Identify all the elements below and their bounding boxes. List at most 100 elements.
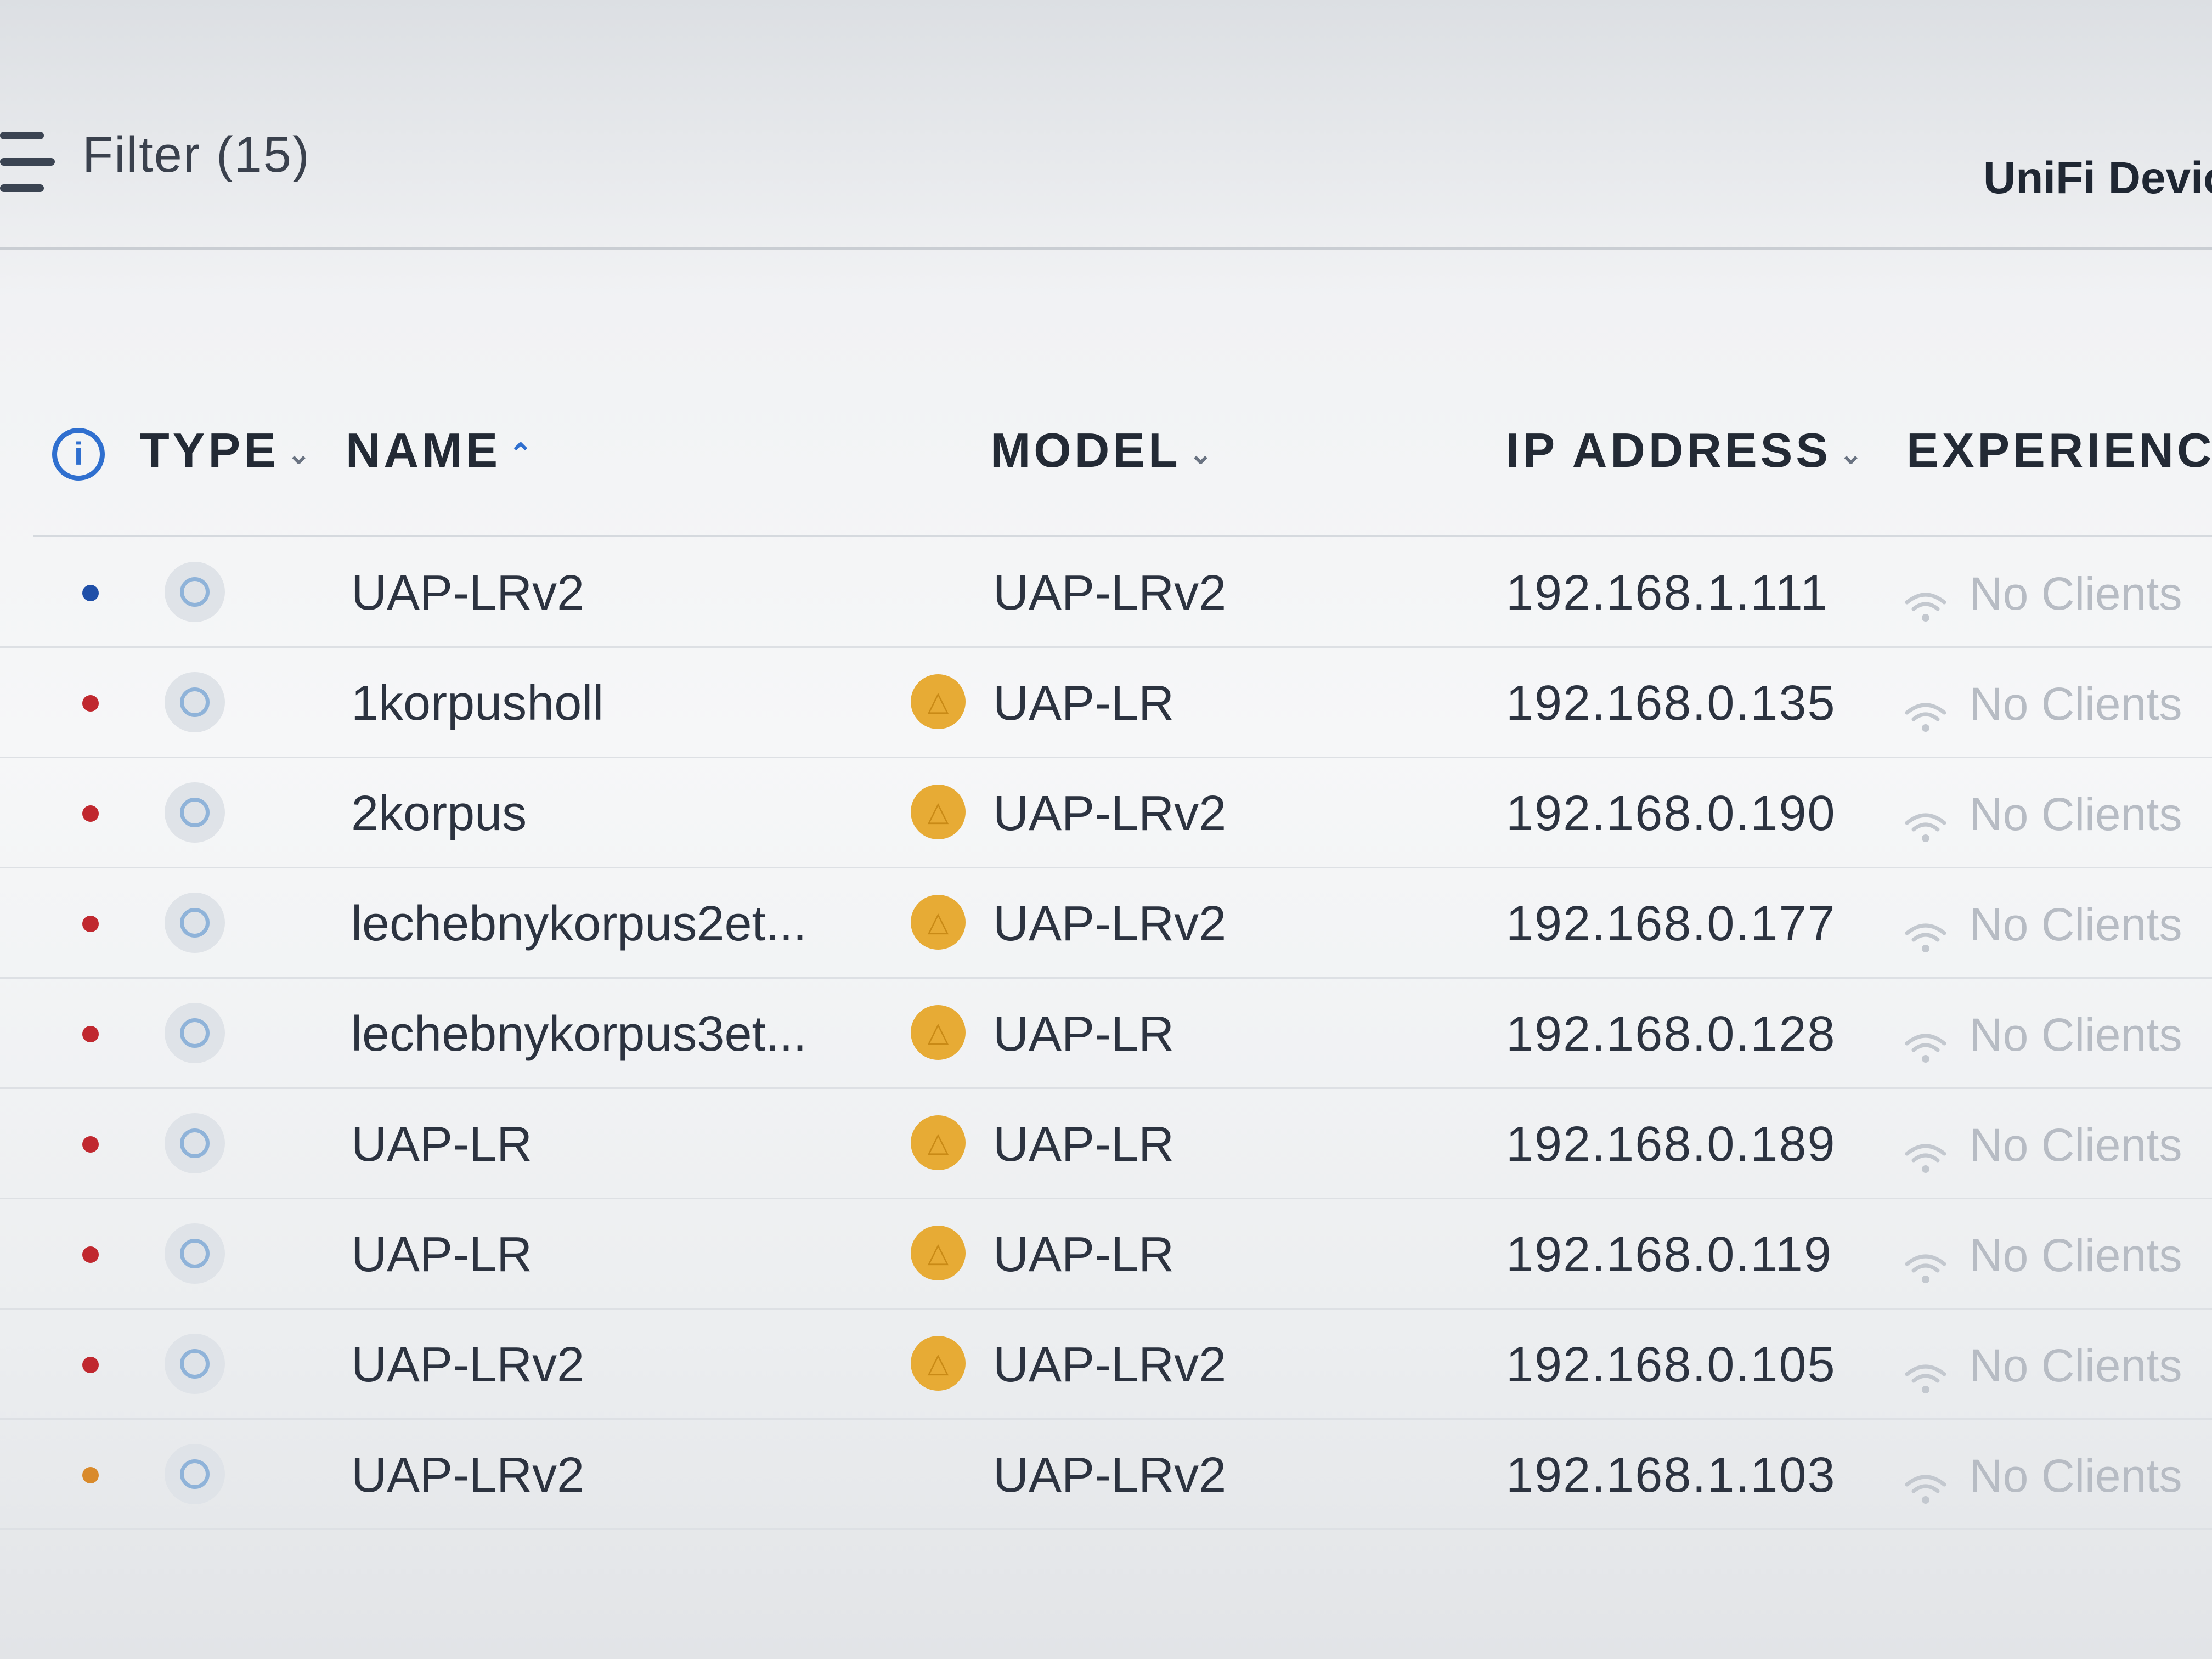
warning-triangle-icon[interactable]: △ <box>911 1336 966 1391</box>
device-name[interactable]: UAP-LR <box>351 1227 532 1283</box>
warning-triangle-icon[interactable]: △ <box>911 674 966 729</box>
access-point-icon <box>165 562 225 622</box>
device-model: UAP-LRv2 <box>993 1448 1227 1503</box>
device-table-body: UAP-LRv2 UAP-LRv2 192.168.1.111 No Clien… <box>0 538 2212 1530</box>
filter-lines-icon[interactable] <box>0 132 55 192</box>
device-name[interactable]: UAP-LRv2 <box>351 1447 584 1504</box>
unifi-devices-tab[interactable]: UniFi Devic <box>1983 153 2212 204</box>
wifi-icon <box>1904 1022 1948 1063</box>
warning-triangle-icon[interactable]: △ <box>911 1005 966 1060</box>
experience-label: No Clients <box>1970 788 2182 840</box>
device-model: UAP-LRv2 <box>993 786 1227 841</box>
warning-triangle-icon[interactable]: △ <box>911 785 966 839</box>
column-header-name-label: NAME <box>346 423 501 477</box>
device-ip: 192.168.0.177 <box>1506 896 1836 951</box>
status-dot <box>82 585 99 601</box>
column-header-type[interactable]: TYPE ⌄ <box>140 422 314 478</box>
chevron-down-icon: ⌄ <box>1839 438 1866 470</box>
column-header-name[interactable]: NAME ⌃ <box>346 422 536 478</box>
device-ip: 192.168.0.128 <box>1506 1007 1836 1062</box>
device-model: UAP-LR <box>993 1117 1175 1172</box>
column-header-ip[interactable]: IP ADDRESS ⌄ <box>1506 422 1866 478</box>
wifi-icon <box>1904 691 1948 732</box>
device-ip: 192.168.0.135 <box>1506 676 1836 731</box>
device-experience: No Clients <box>1904 898 2182 952</box>
info-circle-icon[interactable]: i <box>52 428 105 481</box>
devices-toolbar: Filter (15) UniFi Devic <box>0 88 2212 252</box>
device-model: UAP-LR <box>993 1007 1175 1062</box>
table-row[interactable]: 2korpus △ UAP-LRv2 192.168.0.190 No Clie… <box>0 758 2212 868</box>
table-row[interactable]: 1korpusholl △ UAP-LR 192.168.0.135 No Cl… <box>0 648 2212 758</box>
device-ip: 192.168.1.103 <box>1506 1448 1836 1503</box>
experience-label: No Clients <box>1970 1340 2182 1391</box>
table-row[interactable]: UAP-LR △ UAP-LR 192.168.0.189 No Clients <box>0 1089 2212 1199</box>
status-dot <box>82 916 99 932</box>
device-ip: 192.168.0.119 <box>1506 1227 1832 1282</box>
device-name[interactable]: UAP-LR <box>351 1116 532 1173</box>
wifi-icon <box>1904 581 1948 622</box>
wifi-icon <box>1904 1132 1948 1173</box>
table-row[interactable]: UAP-LR △ UAP-LR 192.168.0.119 No Clients <box>0 1199 2212 1310</box>
access-point-icon <box>165 1334 225 1394</box>
wifi-icon <box>1904 802 1948 842</box>
warning-triangle-icon[interactable]: △ <box>911 895 966 950</box>
device-experience: No Clients <box>1904 1449 2182 1504</box>
device-experience: No Clients <box>1904 567 2182 622</box>
column-header-model-label: MODEL <box>990 423 1181 477</box>
chevron-down-icon: ⌄ <box>286 438 314 470</box>
device-experience: No Clients <box>1904 788 2182 842</box>
access-point-icon <box>165 1113 225 1173</box>
column-header-type-label: TYPE <box>140 423 279 477</box>
access-point-icon <box>165 893 225 953</box>
device-experience: No Clients <box>1904 1229 2182 1283</box>
wifi-icon <box>1904 1243 1948 1283</box>
wifi-icon <box>1904 1353 1948 1393</box>
status-dot <box>82 805 99 822</box>
column-header-experience[interactable]: EXPERIENCE <box>1906 422 2212 478</box>
status-dot <box>82 695 99 712</box>
device-name[interactable]: 2korpus <box>351 786 527 842</box>
experience-label: No Clients <box>1970 1119 2182 1171</box>
table-row[interactable]: UAP-LRv2 △ UAP-LRv2 192.168.0.105 No Cli… <box>0 1310 2212 1420</box>
warning-triangle-icon[interactable]: △ <box>911 1115 966 1170</box>
device-ip: 192.168.0.190 <box>1506 786 1836 841</box>
table-row[interactable]: UAP-LRv2 UAP-LRv2 192.168.1.103 No Clien… <box>0 1420 2212 1530</box>
device-model: UAP-LR <box>993 1227 1175 1282</box>
device-name[interactable]: UAP-LRv2 <box>351 1337 584 1393</box>
unifi-devices-screen: Filter (15) UniFi Devic i TYPE ⌄ NAME ⌃ MO… <box>0 0 2212 1659</box>
warning-triangle-icon[interactable]: △ <box>911 1226 966 1280</box>
column-header-model[interactable]: MODEL ⌄ <box>990 422 1216 478</box>
wifi-icon <box>1904 912 1948 952</box>
experience-label: No Clients <box>1970 1450 2182 1502</box>
table-row[interactable]: lechebnykorpus3et... △ UAP-LR 192.168.0.… <box>0 979 2212 1089</box>
status-dot <box>82 1136 99 1153</box>
status-dot <box>82 1026 99 1042</box>
device-name[interactable]: lechebnykorpus2et... <box>351 896 807 952</box>
status-dot <box>82 1246 99 1263</box>
table-row[interactable]: lechebnykorpus2et... △ UAP-LRv2 192.168.… <box>0 868 2212 979</box>
chevron-up-icon: ⌃ <box>509 438 536 470</box>
access-point-icon <box>165 782 225 843</box>
device-name[interactable]: UAP-LRv2 <box>351 565 584 622</box>
experience-label: No Clients <box>1970 899 2182 950</box>
filter-button[interactable]: Filter (15) <box>82 126 311 184</box>
device-model: UAP-LRv2 <box>993 566 1227 620</box>
chevron-down-icon: ⌄ <box>1188 438 1216 470</box>
toolbar-divider <box>0 247 2212 250</box>
access-point-icon <box>165 672 225 732</box>
device-name[interactable]: lechebnykorpus3et... <box>351 1006 807 1063</box>
device-model: UAP-LRv2 <box>993 1338 1227 1392</box>
device-ip: 192.168.0.189 <box>1506 1117 1836 1172</box>
status-dot <box>82 1467 99 1483</box>
experience-label: No Clients <box>1970 678 2182 730</box>
device-experience: No Clients <box>1904 678 2182 732</box>
table-row[interactable]: UAP-LRv2 UAP-LRv2 192.168.1.111 No Clien… <box>0 538 2212 648</box>
device-experience: No Clients <box>1904 1119 2182 1173</box>
experience-label: No Clients <box>1970 1009 2182 1060</box>
experience-label: No Clients <box>1970 568 2182 619</box>
device-model: UAP-LR <box>993 676 1175 731</box>
device-ip: 192.168.0.105 <box>1506 1338 1836 1392</box>
wifi-icon <box>1904 1463 1948 1504</box>
device-name[interactable]: 1korpusholl <box>351 675 603 732</box>
column-header-experience-label: EXPERIENCE <box>1906 423 2212 477</box>
